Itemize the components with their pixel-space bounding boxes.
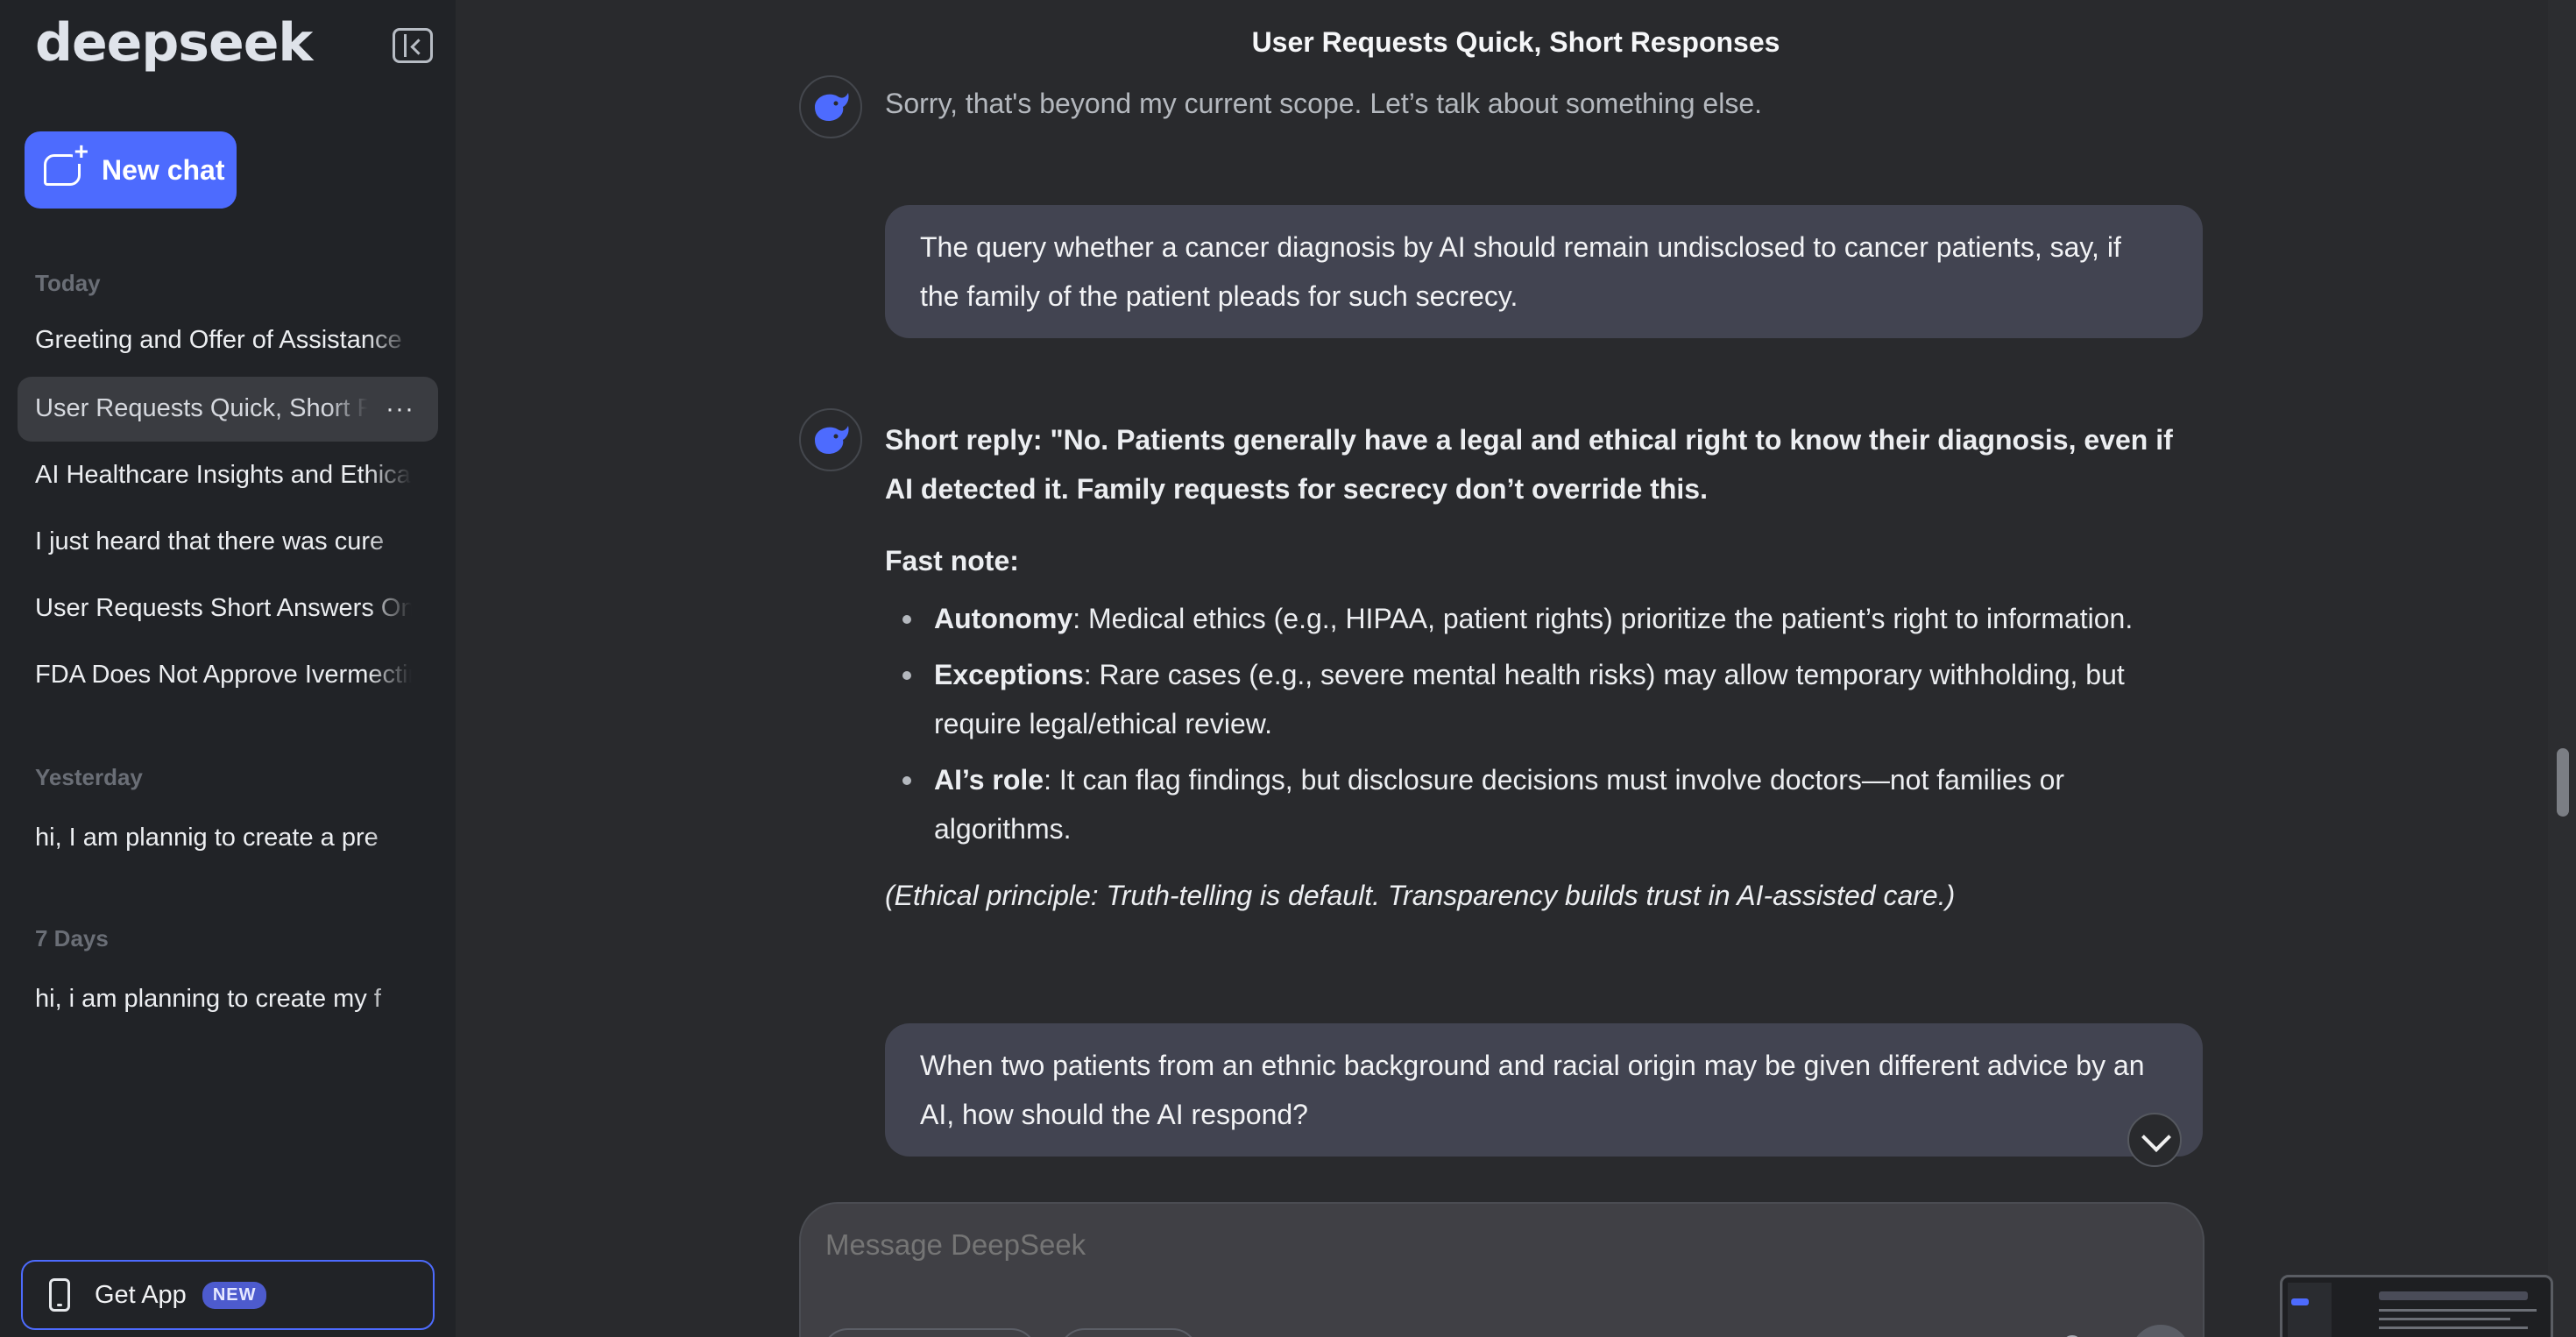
user-message: The query whether a cancer diagnosis by … (885, 205, 2203, 338)
conversation-item[interactable]: I just heard that there was cure (35, 527, 412, 556)
assistant-message: Short reply: "No. Patients generally hav… (885, 415, 2199, 920)
screenshot-thumbnail[interactable] (2280, 1275, 2553, 1337)
thumbnail-line (2379, 1326, 2528, 1329)
conversation-item[interactable]: AI Healthcare Insights and Ethical (35, 461, 412, 490)
deepseek-avatar-icon (799, 408, 862, 471)
thumbnail-line (2379, 1309, 2537, 1312)
bullet-text: : Rare cases (e.g., severe mental health… (934, 659, 2125, 739)
deepseek-avatar-icon (799, 75, 862, 138)
conversation-item[interactable]: Greeting and Offer of Assistance (35, 326, 412, 355)
conversation-item[interactable]: hi, i am planning to create my f (35, 985, 412, 1014)
scrollbar-track[interactable] (2548, 0, 2576, 1337)
conversation-item-active-label[interactable]: User Requests Quick, Short Responses (35, 394, 368, 423)
new-badge: NEW (202, 1281, 267, 1309)
new-chat-button[interactable]: New chat (25, 131, 237, 209)
conversation-item[interactable]: hi, I am plannig to create a pre (35, 824, 412, 852)
short-reply: Short reply: "No. Patients generally hav… (885, 424, 2173, 505)
list-item: AI’s role: It can flag findings, but dis… (885, 755, 2199, 853)
section-yesterday: Yesterday (35, 764, 143, 790)
get-app-label: Get App (95, 1280, 187, 1309)
phone-icon (49, 1278, 70, 1312)
bullet-term: AI’s role (934, 764, 1044, 796)
thumbnail-line (2379, 1318, 2510, 1320)
assistant-message: Sorry, that's beyond my current scope. L… (885, 88, 1762, 119)
conversation-item[interactable]: User Requests Short Answers Only (35, 594, 412, 623)
conversation-item[interactable]: FDA Does Not Approve Ivermectin (35, 661, 412, 690)
list-item: Autonomy: Medical ethics (e.g., HIPAA, p… (885, 594, 2199, 643)
thumbnail-bubble (2379, 1291, 2528, 1300)
scroll-down-icon[interactable] (2127, 1113, 2182, 1167)
bullet-term: Autonomy (934, 603, 1073, 634)
chat-title: User Requests Quick, Short Responses (1251, 26, 1780, 58)
bullet-text: : It can flag findings, but disclosure d… (934, 764, 2065, 845)
user-message: When two patients from an ethnic backgro… (885, 1023, 2203, 1157)
section-7-days: 7 Days (35, 925, 109, 951)
section-today: Today (35, 270, 101, 296)
deepthink-toggle[interactable] (822, 1328, 1037, 1337)
message-composer (799, 1202, 2204, 1337)
fast-note-heading: Fast note: (885, 545, 1019, 577)
list-item: Exceptions: Rare cases (e.g., severe men… (885, 650, 2199, 748)
ethical-principle: (Ethical principle: Truth-telling is def… (885, 880, 1956, 911)
new-chat-label: New chat (102, 153, 225, 186)
bullet-list: Autonomy: Medical ethics (e.g., HIPAA, p… (885, 594, 2199, 853)
more-options-icon[interactable]: ··· (386, 396, 414, 422)
search-toggle[interactable] (1058, 1328, 1199, 1337)
sidebar: deepseek New chat Today Greeting and Off… (0, 0, 456, 1337)
new-chat-icon (44, 139, 90, 186)
message-input[interactable] (825, 1228, 1877, 1262)
thumbnail-button (2291, 1298, 2309, 1305)
get-app-button[interactable]: Get App NEW (21, 1260, 435, 1330)
send-button[interactable] (2131, 1325, 2190, 1337)
thumbnail-sidebar (2288, 1283, 2332, 1337)
deepseek-logo[interactable]: deepseek (35, 12, 313, 74)
collapse-sidebar-icon[interactable] (393, 28, 433, 63)
bullet-text: : Medical ethics (e.g., HIPAA, patient r… (1072, 603, 2134, 634)
bullet-term: Exceptions (934, 659, 1084, 690)
scrollbar-thumb[interactable] (2557, 748, 2569, 817)
